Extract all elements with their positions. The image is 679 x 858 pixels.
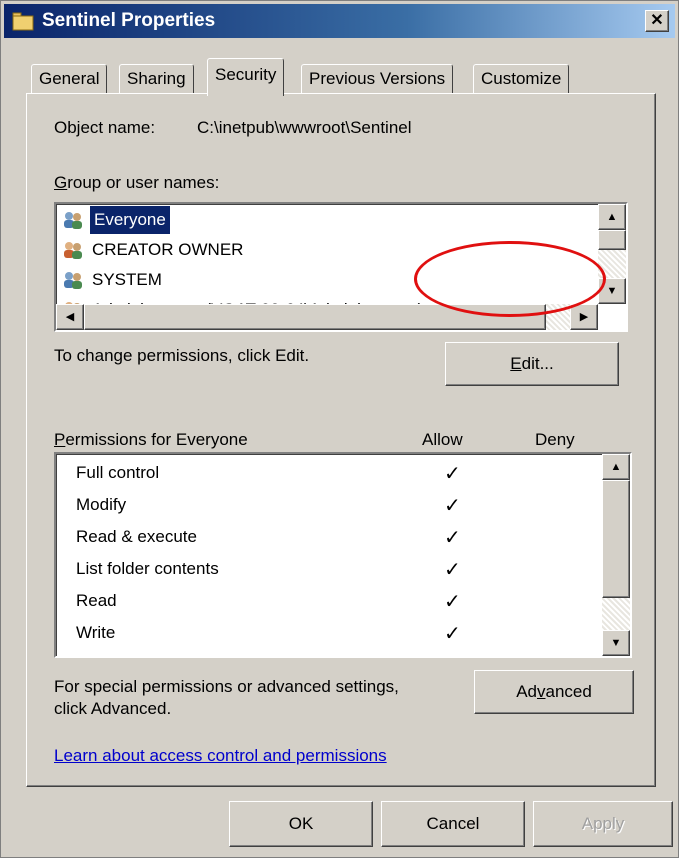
tab-general[interactable]: General bbox=[31, 64, 108, 94]
user-name: CREATOR OWNER bbox=[92, 240, 244, 259]
scroll-thumb[interactable] bbox=[598, 230, 626, 250]
learn-more-link[interactable]: Learn about access control and permissio… bbox=[54, 746, 387, 766]
permissions-vscrollbar[interactable]: ▲ ▼ bbox=[602, 454, 630, 656]
users-listbox[interactable]: Everyone CREATOR OWNER SYSTEM ▲ ▼ ◀ ▶ bbox=[54, 202, 628, 332]
permission-row: Full control ✓ bbox=[76, 460, 596, 492]
permission-row: Read ✓ bbox=[76, 588, 596, 620]
tab-customize[interactable]: Customize bbox=[473, 64, 570, 94]
properties-window: Sentinel Properties ✕ General Sharing Se… bbox=[0, 0, 679, 858]
users-icon bbox=[64, 272, 82, 289]
permission-name: Write bbox=[76, 623, 116, 642]
allow-check-icon: ✓ bbox=[444, 623, 461, 645]
apply-button[interactable]: Apply bbox=[533, 801, 673, 847]
permission-row: List folder contents ✓ bbox=[76, 556, 596, 588]
object-name-label: Object name: bbox=[54, 118, 156, 137]
group-label: Group or user names: bbox=[54, 173, 220, 192]
scroll-thumb[interactable] bbox=[602, 480, 630, 598]
allow-check-icon: ✓ bbox=[444, 463, 461, 485]
advanced-hint-line1: For special permissions or advanced sett… bbox=[54, 677, 399, 696]
user-row-creator-owner[interactable]: CREATOR OWNER bbox=[60, 236, 590, 264]
scroll-up-arrow-icon[interactable]: ▲ bbox=[598, 204, 626, 230]
tab-strip: General Sharing Security Previous Versio… bbox=[29, 58, 659, 96]
edit-button[interactable]: Edit... bbox=[445, 342, 619, 386]
scroll-right-arrow-icon[interactable]: ▶ bbox=[570, 304, 598, 330]
allow-check-icon: ✓ bbox=[444, 527, 461, 549]
permission-name: Modify bbox=[76, 495, 127, 514]
folder-icon bbox=[12, 12, 34, 31]
title-bar[interactable]: Sentinel Properties ✕ bbox=[4, 4, 675, 38]
change-permissions-hint: To change permissions, click Edit. bbox=[54, 346, 310, 365]
scroll-up-arrow-icon[interactable]: ▲ bbox=[602, 454, 630, 480]
security-panel: Object name: C:\inetpub\wwwroot\Sentinel… bbox=[26, 93, 656, 787]
ok-button[interactable]: OK bbox=[229, 801, 373, 847]
tab-security[interactable]: Security bbox=[207, 58, 285, 96]
users-icon bbox=[64, 242, 82, 259]
permission-name: Full control bbox=[76, 463, 160, 482]
user-name: SYSTEM bbox=[92, 270, 162, 289]
permission-name: Read & execute bbox=[76, 527, 197, 546]
permission-row: Write ✓ bbox=[76, 620, 596, 652]
scroll-down-arrow-icon[interactable]: ▼ bbox=[598, 278, 626, 304]
tab-previous-versions[interactable]: Previous Versions bbox=[301, 64, 454, 94]
users-vscrollbar[interactable]: ▲ ▼ bbox=[598, 204, 626, 304]
permission-name: Read bbox=[76, 591, 117, 610]
scroll-down-arrow-icon[interactable]: ▼ bbox=[602, 630, 630, 656]
permission-row: Read & execute ✓ bbox=[76, 524, 596, 556]
user-name: Everyone bbox=[90, 206, 170, 234]
scroll-hthumb[interactable] bbox=[84, 304, 546, 330]
object-name-value: C:\inetpub\wwwroot\Sentinel bbox=[197, 118, 412, 137]
permission-row: Modify ✓ bbox=[76, 492, 596, 524]
user-row-system[interactable]: SYSTEM bbox=[60, 266, 590, 294]
permissions-for-label: Permissions for Everyone bbox=[54, 430, 248, 449]
close-button[interactable]: ✕ bbox=[645, 10, 669, 32]
permission-name: List folder contents bbox=[76, 559, 219, 578]
tab-sharing[interactable]: Sharing bbox=[119, 64, 194, 94]
allow-check-icon: ✓ bbox=[444, 495, 461, 517]
allow-check-icon: ✓ bbox=[444, 591, 461, 613]
advanced-hint-line2: click Advanced. bbox=[54, 699, 172, 718]
allow-column-header: Allow bbox=[422, 430, 463, 449]
users-icon bbox=[64, 212, 82, 229]
permissions-listbox[interactable]: Full control ✓ Modify ✓ Read & execute ✓… bbox=[54, 452, 632, 658]
scroll-left-arrow-icon[interactable]: ◀ bbox=[56, 304, 84, 330]
allow-check-icon: ✓ bbox=[444, 559, 461, 581]
advanced-button[interactable]: Advanced bbox=[474, 670, 634, 714]
users-hscrollbar[interactable]: ◀ ▶ bbox=[56, 304, 598, 330]
deny-column-header: Deny bbox=[535, 430, 575, 449]
cancel-button[interactable]: Cancel bbox=[381, 801, 525, 847]
window-title: Sentinel Properties bbox=[42, 10, 216, 31]
user-row-everyone[interactable]: Everyone bbox=[60, 206, 590, 234]
